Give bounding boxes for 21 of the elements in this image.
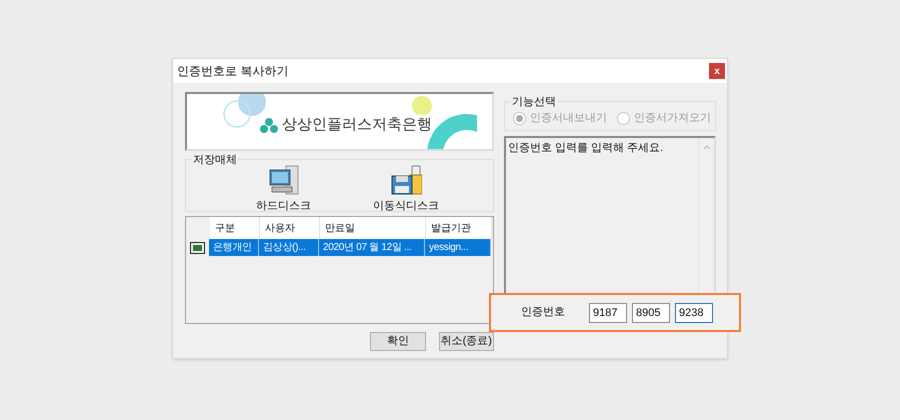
storage-device-button[interactable]: 하드디스크 — [256, 164, 311, 214]
bank-name: 상상인플러스저축은행 — [282, 115, 432, 135]
table-cell[interactable]: 은행개인 — [209, 239, 259, 256]
table-cell[interactable]: 김상상()... — [259, 239, 319, 256]
dialog-button[interactable]: 취소(종료) — [438, 332, 494, 351]
storage-device-button[interactable]: 이동식디스크 — [373, 164, 439, 214]
table-cell[interactable]: 2020년 07 월 12일 ... — [319, 239, 425, 256]
computer-icon — [268, 164, 300, 196]
code-input-field[interactable]: 9187 — [589, 302, 627, 322]
scroll-up-icon — [703, 145, 711, 150]
removable-disk-icon — [390, 164, 422, 196]
close-button[interactable]: x — [709, 63, 725, 79]
auth-code-label: 인증번호 — [521, 305, 566, 320]
dialog-button[interactable]: 확인 — [370, 332, 426, 351]
code-input-field[interactable]: 8905 — [632, 302, 670, 322]
logo-icon — [259, 117, 279, 134]
message-text: 인증번호 입력를 입력해 주세요. — [507, 141, 664, 156]
code-input-field[interactable]: 9238 — [675, 302, 713, 322]
certificate-icon — [190, 242, 205, 254]
table-cell[interactable]: yessign... — [425, 239, 491, 256]
window-title: 인증번호로 복사하기 — [177, 63, 288, 80]
